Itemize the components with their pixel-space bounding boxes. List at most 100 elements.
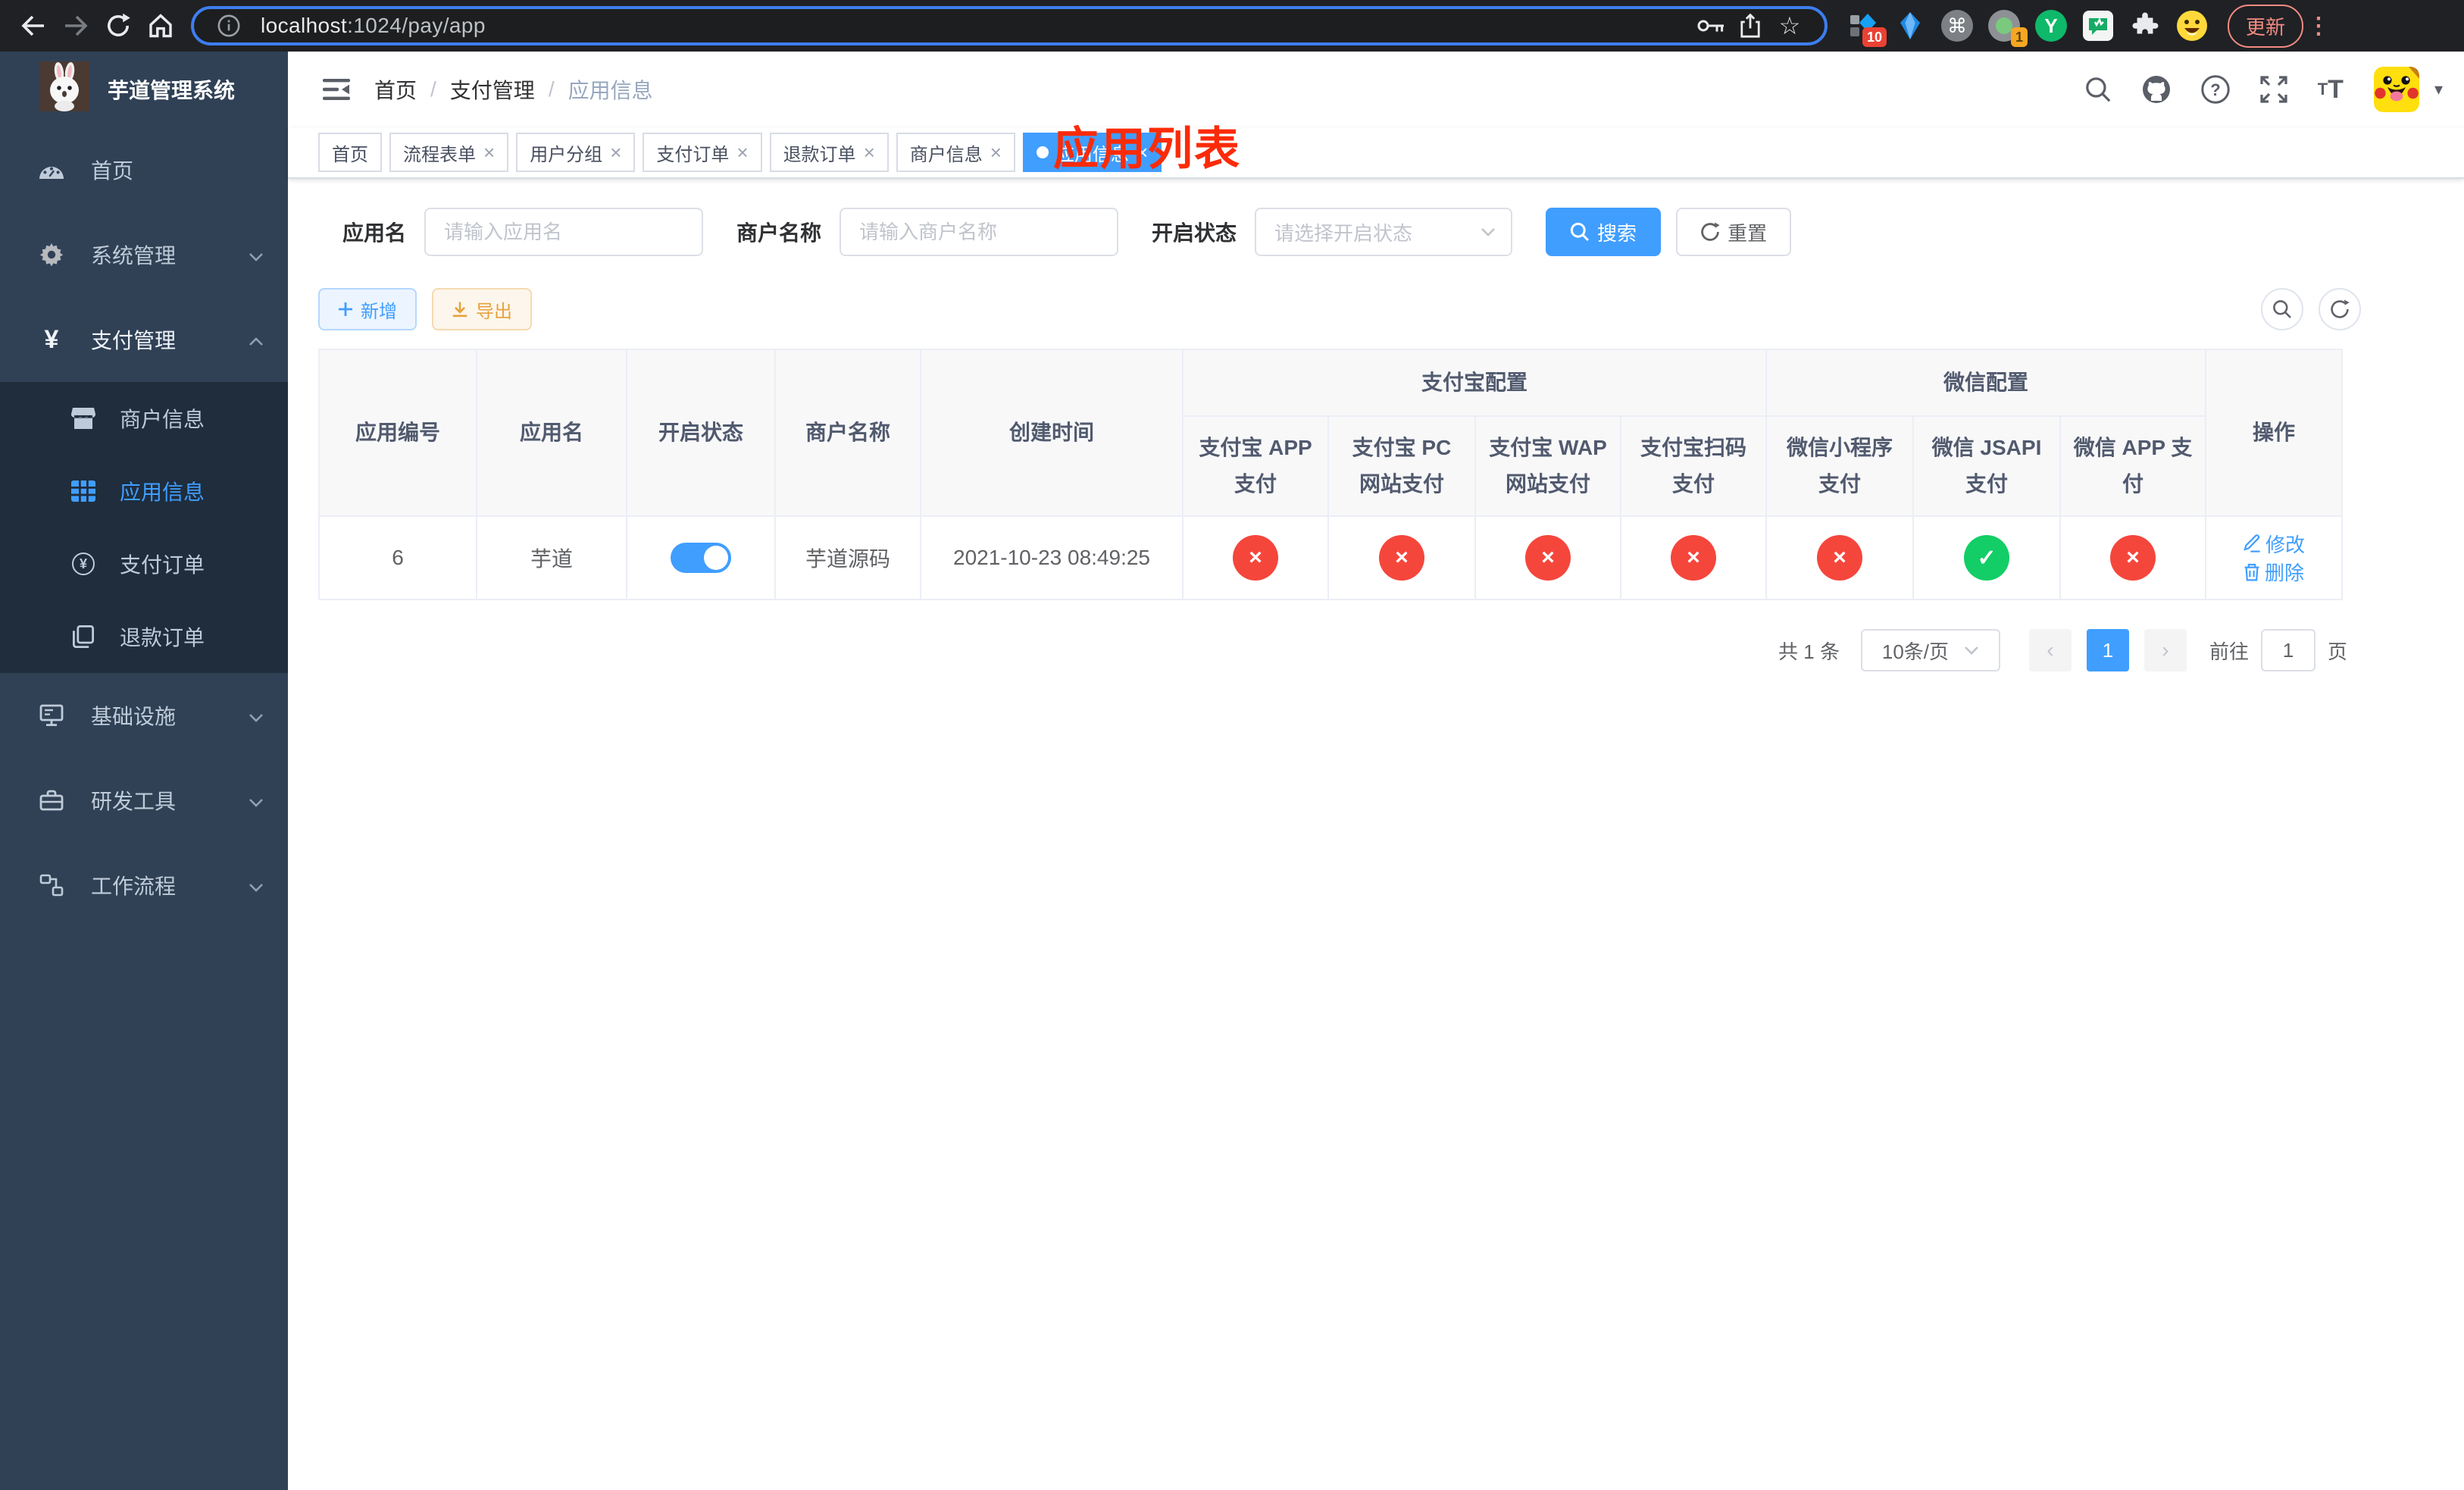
tab-refund-order[interactable]: 退款订单 ×: [769, 133, 889, 172]
edit-button[interactable]: 修改: [2243, 530, 2305, 558]
merchant-name-input[interactable]: [840, 208, 1119, 256]
search-icon[interactable]: [2084, 76, 2112, 103]
export-button[interactable]: 导出: [432, 288, 532, 330]
close-icon[interactable]: ×: [610, 142, 621, 162]
font-size-icon[interactable]: TT: [2318, 75, 2344, 105]
close-icon[interactable]: ×: [864, 142, 875, 162]
sidebar-item-home[interactable]: 首页: [0, 127, 288, 212]
sidebar-item-workflow[interactable]: 工作流程: [0, 843, 288, 928]
next-page-button[interactable]: ›: [2143, 629, 2187, 671]
tab-user-group[interactable]: 用户分组 ×: [516, 133, 636, 172]
blocks-extension-icon[interactable]: 10: [1843, 5, 1887, 47]
col-alipay-qr: 支付宝扫码支付: [1619, 415, 1768, 517]
browser-toolbar: localhost:1024/pay/app ☆ 10 ⌘ 1 Y 更新 ⋮: [0, 0, 2464, 52]
forward-icon[interactable]: [55, 5, 97, 47]
gear-icon: [35, 243, 68, 267]
tab-pay-order[interactable]: 支付订单 ×: [643, 133, 762, 172]
recorder-extension-icon[interactable]: 1: [1984, 5, 2028, 47]
status-toggle[interactable]: [671, 543, 731, 573]
chevron-down-icon: [249, 873, 264, 897]
sidebar-item-label: 支付订单: [120, 553, 205, 577]
search-icon: [1570, 222, 1590, 242]
toggle-search-button[interactable]: [2261, 288, 2303, 330]
col-status: 开启状态: [626, 349, 776, 517]
top-navbar: 首页 / 支付管理 / 应用信息 ? TT ▾: [288, 52, 2464, 127]
search-icon: [2273, 300, 2291, 318]
rabbit-logo-icon: [39, 61, 89, 117]
status-cross-icon: ×: [2110, 535, 2156, 581]
refresh-table-button[interactable]: [2319, 288, 2361, 330]
breadcrumb: 首页 / 支付管理 / 应用信息: [374, 74, 653, 105]
back-icon[interactable]: [12, 5, 55, 47]
cell-alipay-app: ×: [1182, 515, 1329, 600]
share-icon[interactable]: [1731, 8, 1770, 44]
goto-unit: 页: [2327, 640, 2347, 663]
page-size-select[interactable]: 10条/页: [1860, 629, 2000, 671]
sidebar-item-system[interactable]: 系统管理: [0, 212, 288, 297]
bookmark-star-icon[interactable]: ☆: [1770, 8, 1809, 44]
group-wechat-config: 微信配置: [1765, 349, 2207, 417]
page-number-active[interactable]: 1: [2086, 629, 2129, 671]
github-icon[interactable]: [2142, 75, 2171, 104]
reset-button[interactable]: 重置: [1676, 208, 1792, 256]
filter-form: 应用名 商户名称 开启状态 请选择开启状态 搜索 重置: [342, 208, 2464, 256]
tab-merchant-info[interactable]: 商户信息 ×: [896, 133, 1015, 172]
y-extension-icon[interactable]: Y: [2031, 5, 2072, 47]
sidebar-item-payment[interactable]: ¥ 支付管理: [0, 297, 288, 382]
screen: localhost:1024/pay/app ☆ 10 ⌘ 1 Y 更新 ⋮ 芋…: [0, 0, 2464, 1490]
sidebar-item-pay-order[interactable]: ¥ 支付订单: [0, 527, 288, 600]
cell-app-name: 芋道: [476, 515, 627, 600]
sidebar-item-merchant-info[interactable]: 商户信息: [0, 382, 288, 455]
workflow-box-icon: [35, 874, 68, 897]
app-name-input[interactable]: [424, 208, 704, 256]
close-icon[interactable]: ×: [990, 142, 1002, 162]
avatar[interactable]: [2373, 67, 2419, 112]
gem-extension-icon[interactable]: [1890, 5, 1931, 47]
fullscreen-icon[interactable]: [2260, 76, 2287, 103]
browser-menu-icon[interactable]: ⋮: [2303, 13, 2334, 39]
page-title: 应用列表: [1053, 124, 1241, 174]
merchant-name-label: 商户名称: [736, 221, 822, 245]
close-icon[interactable]: ×: [483, 142, 495, 162]
goto-page-input[interactable]: [2260, 629, 2315, 671]
extension-badge: 10: [1862, 27, 1887, 47]
col-wechat-jsapi: 微信 JSAPI 支付: [1912, 415, 2062, 517]
prev-page-button[interactable]: ‹: [2028, 629, 2072, 671]
delete-button[interactable]: 删除: [2244, 558, 2304, 586]
pencil-icon: [2244, 534, 2260, 552]
chevron-down-icon: [249, 788, 264, 812]
navbar-actions: ? TT ▾: [2084, 67, 2464, 112]
breadcrumb-payment[interactable]: 支付管理: [450, 74, 535, 105]
command-extension-icon[interactable]: ⌘: [1937, 5, 1978, 47]
sidebar-item-infra[interactable]: 基础设施: [0, 673, 288, 758]
sidebar-logo[interactable]: 芋道管理系统: [0, 52, 288, 127]
address-bar[interactable]: localhost:1024/pay/app ☆: [191, 6, 1828, 45]
col-merchant: 商户名称: [774, 349, 921, 517]
reload-icon[interactable]: [97, 5, 139, 47]
close-icon[interactable]: ×: [736, 142, 748, 162]
tags-view-bar: 首页 流程表单 × 用户分组 × 支付订单 × 退款订单 × 商户信息 × 应用信息 ×: [288, 127, 2464, 179]
password-key-icon[interactable]: [1691, 8, 1731, 44]
chat-extension-icon[interactable]: [2078, 5, 2118, 47]
help-icon[interactable]: ?: [2201, 75, 2230, 104]
breadcrumb-home[interactable]: 首页: [374, 74, 417, 105]
sidebar-item-label: 研发工具: [91, 790, 177, 813]
add-button[interactable]: 新增: [318, 288, 417, 330]
home-icon[interactable]: [139, 5, 182, 47]
tab-home[interactable]: 首页: [318, 133, 382, 172]
sidebar-item-refund-order[interactable]: 退款订单: [0, 600, 288, 673]
site-info-icon[interactable]: [209, 8, 249, 44]
chrome-update-button[interactable]: 更新: [2228, 4, 2304, 48]
caret-down-icon[interactable]: ▾: [2434, 80, 2443, 99]
pagination: 共 1 条 10条/页 ‹ 1 › 前往 页: [288, 629, 2464, 671]
status-select[interactable]: 请选择开启状态: [1255, 208, 1513, 256]
sidebar-collapse-icon[interactable]: [311, 64, 362, 115]
sidebar-item-app-info[interactable]: 应用信息: [0, 455, 288, 527]
goto-label: 前往: [2209, 640, 2249, 663]
sidebar-item-devtools[interactable]: 研发工具: [0, 758, 288, 843]
extensions-puzzle-icon[interactable]: [2125, 5, 2165, 47]
tab-process-form[interactable]: 流程表单 ×: [389, 133, 509, 172]
col-app-name: 应用名: [476, 349, 627, 517]
emoji-avatar-icon[interactable]: [2172, 5, 2212, 47]
search-button[interactable]: 搜索: [1546, 208, 1662, 256]
